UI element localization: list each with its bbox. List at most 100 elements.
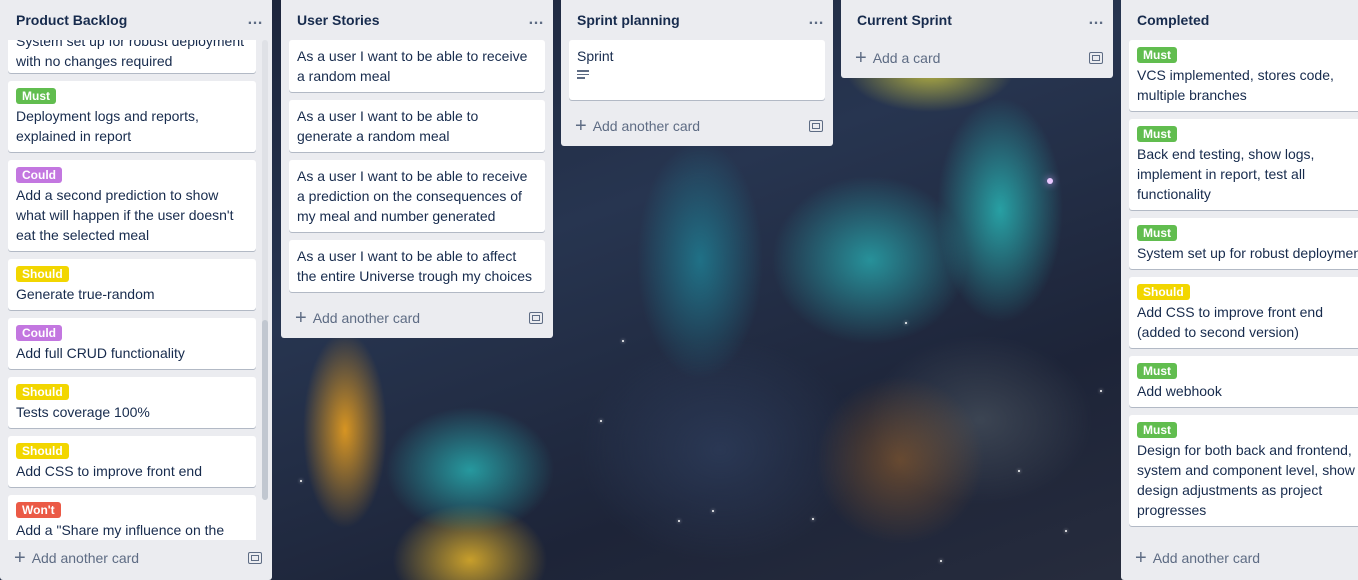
star-decoration — [622, 340, 624, 342]
card-template-icon[interactable] — [529, 312, 543, 324]
label-could: Could — [16, 167, 62, 183]
card-template-icon[interactable] — [809, 120, 823, 132]
card-template-icon[interactable] — [1089, 52, 1103, 64]
label-wont: Won't — [16, 502, 61, 518]
star-decoration — [600, 420, 602, 422]
list-product-backlog: Product Backlog … System set up for robu… — [0, 0, 272, 580]
list-header: Product Backlog … — [0, 0, 272, 40]
card-text: Generate true-random — [16, 286, 155, 302]
list-current-sprint: Current Sprint … + Add a card — [841, 0, 1113, 78]
ellipsis-icon[interactable]: … — [528, 11, 545, 29]
label-must: Must — [1137, 363, 1177, 379]
add-card-button[interactable]: + Add another card — [281, 300, 553, 336]
card-text: As a user I want to be able to receive a… — [297, 168, 528, 224]
ellipsis-icon[interactable]: … — [247, 11, 264, 29]
plus-icon: + — [1135, 547, 1147, 569]
card-text: Design for both back and frontend, syste… — [1137, 442, 1355, 518]
card-container: Must VCS implemented, stores code, multi… — [1121, 40, 1358, 540]
add-card-label: Add another card — [592, 118, 701, 134]
card[interactable]: As a user I want to be able to affect th… — [289, 240, 545, 292]
add-card-button[interactable]: + Add a card — [841, 40, 1113, 76]
card-text: As a user I want to be able to receive a… — [297, 48, 528, 84]
add-card-label: Add another card — [312, 310, 421, 326]
card[interactable]: Could Add full CRUD functionality — [8, 318, 256, 369]
list-sprint-planning: Sprint planning … Sprint + Add another c… — [561, 0, 833, 146]
label-must: Must — [1137, 422, 1177, 438]
card[interactable]: Must System set up for robust deployment… — [1129, 218, 1358, 269]
card[interactable]: As a user I want to be able to generate … — [289, 100, 545, 152]
add-card-label: Add another card — [1152, 550, 1261, 566]
star-decoration — [812, 518, 814, 520]
card-template-icon[interactable] — [248, 552, 262, 564]
card-text: VCS implemented, stores code, multiple b… — [1137, 67, 1334, 103]
list-title[interactable]: Sprint planning — [577, 12, 680, 28]
card-text: Add a "Share my influence on the — [16, 522, 225, 538]
list-header: Completed … — [1121, 0, 1358, 40]
plus-icon: + — [295, 307, 307, 329]
star-decoration — [1065, 530, 1067, 532]
card-text: Add CSS to improve front end — [16, 463, 202, 479]
list-completed: Completed … Must VCS implemented, stores… — [1121, 0, 1358, 580]
star-decoration — [1047, 178, 1053, 184]
add-card-button[interactable]: + Add another card — [0, 540, 272, 576]
star-decoration — [940, 560, 942, 562]
card-text: Deployment logs and reports, explained i… — [16, 108, 199, 144]
list-title[interactable]: Product Backlog — [16, 12, 127, 28]
card[interactable]: As a user I want to be able to receive a… — [289, 40, 545, 92]
add-card-button[interactable]: + Add another card — [561, 108, 833, 144]
star-decoration — [905, 322, 907, 324]
add-card-button[interactable]: + Add another card — [1121, 540, 1358, 576]
card[interactable]: Must Design for both back and frontend, … — [1129, 415, 1358, 526]
ellipsis-icon[interactable]: … — [808, 11, 825, 29]
list-title[interactable]: User Stories — [297, 12, 379, 28]
plus-icon: + — [14, 547, 26, 569]
ellipsis-icon[interactable]: … — [1088, 11, 1105, 29]
description-icon — [577, 70, 589, 79]
card-text: Add a second prediction to show what wil… — [16, 187, 234, 243]
card[interactable]: Should Generate true-random — [8, 259, 256, 310]
card-text: Add CSS to improve front end (added to s… — [1137, 304, 1323, 340]
card[interactable]: As a user I want to be able to receive a… — [289, 160, 545, 232]
card-text: As a user I want to be able to affect th… — [297, 248, 532, 284]
plus-icon: + — [575, 115, 587, 137]
card[interactable]: Should Add CSS to improve front end — [8, 436, 256, 487]
card[interactable]: Won't Add a "Share my influence on the — [8, 495, 256, 540]
card[interactable]: Should Tests coverage 100% — [8, 377, 256, 428]
list-header: User Stories … — [281, 0, 553, 40]
label-must: Must — [1137, 225, 1177, 241]
card-text: Back end testing, show logs, implement i… — [1137, 146, 1315, 202]
card-text: System set up for robust deployment with… — [1137, 245, 1358, 261]
card-text: Sprint — [577, 48, 614, 64]
card[interactable]: Must VCS implemented, stores code, multi… — [1129, 40, 1358, 111]
card-text: System set up for robust deployment with… — [16, 40, 244, 69]
card-text: Tests coverage 100% — [16, 404, 150, 420]
list-title[interactable]: Current Sprint — [857, 12, 952, 28]
card-text: As a user I want to be able to generate … — [297, 108, 479, 144]
card[interactable]: Must Add webhook — [1129, 356, 1358, 407]
label-could: Could — [16, 325, 62, 341]
card[interactable]: Could Add a second prediction to show wh… — [8, 160, 256, 251]
card-container: System set up for robust deployment with… — [0, 40, 272, 540]
list-header: Sprint planning … — [561, 0, 833, 40]
star-decoration — [300, 480, 302, 482]
star-decoration — [1100, 390, 1102, 392]
scrollbar-thumb[interactable] — [262, 320, 268, 500]
card-text: Add webhook — [1137, 383, 1222, 399]
card[interactable]: Must Deployment logs and reports, explai… — [8, 81, 256, 152]
card[interactable]: Sprint — [569, 40, 825, 100]
card-text: Add full CRUD functionality — [16, 345, 185, 361]
card[interactable]: System set up for robust deployment with… — [8, 40, 256, 73]
list-user-stories: User Stories … As a user I want to be ab… — [281, 0, 553, 338]
star-decoration — [712, 510, 714, 512]
list-title[interactable]: Completed — [1137, 12, 1209, 28]
label-should: Should — [1137, 284, 1190, 300]
star-decoration — [1018, 470, 1020, 472]
star-decoration — [678, 520, 680, 522]
label-must: Must — [1137, 126, 1177, 142]
label-should: Should — [16, 443, 69, 459]
add-card-label: Add a card — [872, 50, 941, 66]
plus-icon: + — [855, 47, 867, 69]
list-header: Current Sprint … — [841, 0, 1113, 40]
card[interactable]: Must Back end testing, show logs, implem… — [1129, 119, 1358, 210]
card[interactable]: Should Add CSS to improve front end (add… — [1129, 277, 1358, 348]
